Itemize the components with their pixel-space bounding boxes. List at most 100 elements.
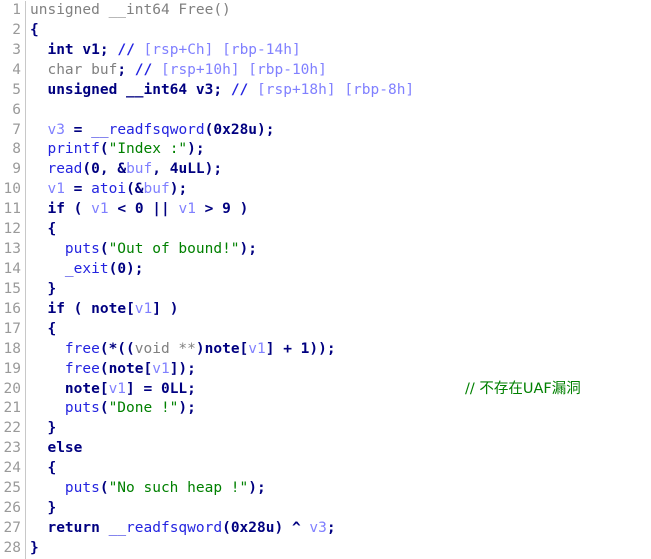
code-line-content[interactable]: v1 = atoi(&buf);	[26, 180, 651, 200]
token-lvar: buf	[126, 161, 153, 178]
code-line[interactable]: 12 {	[0, 220, 651, 241]
token-gvar: note	[91, 300, 127, 317]
code-line-content[interactable]: free(*((void **)note[v1] + 1));	[26, 340, 651, 360]
code-line-content[interactable]: read(0, &buf, 4uLL);	[26, 160, 651, 180]
code-line-content[interactable]: }	[26, 419, 651, 439]
code-line[interactable]: 4 char buf; // [rsp+10h] [rbp-10h]	[0, 60, 651, 81]
token-punct: }	[47, 280, 57, 297]
code-line-content[interactable]: if ( note[v1] )	[26, 300, 651, 320]
code-line-content[interactable]: {	[26, 21, 651, 41]
line-number: 21	[0, 399, 26, 420]
code-line[interactable]: 10 v1 = atoi(&buf);	[0, 180, 651, 201]
code-line-content[interactable]: puts("Out of bound!");	[26, 240, 651, 260]
code-line[interactable]: 24 {	[0, 459, 651, 480]
code-line[interactable]: 9 read(0, &buf, 4uLL);	[0, 160, 651, 181]
token-punct: ||	[143, 201, 179, 218]
code-line[interactable]: 15 }	[0, 279, 651, 300]
line-number: 26	[0, 499, 26, 519]
token-punct: {	[47, 221, 57, 238]
line-number: 15	[0, 279, 26, 300]
code-line[interactable]: 6	[0, 100, 651, 121]
token-punct: {	[47, 460, 57, 477]
token-gvar: v1	[82, 41, 100, 58]
code-line[interactable]: 17 {	[0, 319, 651, 340]
inline-comment: // 不存在UAF漏洞	[465, 380, 581, 397]
line-number: 28	[0, 538, 26, 559]
line-number: 24	[0, 459, 26, 480]
code-line[interactable]: 21 puts("Done !");	[0, 399, 651, 420]
code-line-content[interactable]: puts("No such heap !");	[26, 479, 651, 499]
token-num: 0LL	[160, 380, 188, 397]
token-lvar: v3	[309, 519, 327, 536]
token-str: "Done !"	[108, 400, 179, 417]
code-line-content[interactable]: {	[26, 220, 651, 240]
code-line-content[interactable]: _exit(0);	[26, 260, 651, 280]
token-str: "Out of bound!"	[108, 241, 240, 258]
code-line-content[interactable]: puts("Done !");	[26, 399, 651, 419]
code-line[interactable]: 18 free(*((void **)note[v1] + 1));	[0, 339, 651, 360]
code-line-content[interactable]: }	[26, 539, 651, 559]
code-line[interactable]: 1 unsigned __int64 Free()	[0, 1, 651, 21]
code-line[interactable]: 14 _exit(0);	[0, 259, 651, 280]
code-line[interactable]: 19 free(note[v1]);	[0, 359, 651, 380]
code-line[interactable]: 23 else	[0, 439, 651, 460]
token-punct: ,	[152, 161, 170, 178]
code-line-content[interactable]: printf("Index :");	[26, 140, 651, 160]
code-line-content[interactable]: return __readfsqword(0x28u) ^ v3;	[26, 519, 651, 539]
code-line[interactable]: 20 note[v1] = 0LL; // 不存在UAF漏洞	[0, 379, 651, 400]
code-line-content[interactable]: int v1; // [rsp+Ch] [rbp-14h]	[26, 41, 651, 61]
pseudocode-view[interactable]: 1 unsigned __int64 Free() 2{3 int v1; // […	[0, 0, 651, 559]
line-number: 23	[0, 439, 26, 460]
code-line[interactable]: 7 v3 = __readfsqword(0x28u);	[0, 120, 651, 141]
token-punct: <	[108, 201, 135, 218]
code-line[interactable]: 3 int v1; // [rsp+Ch] [rbp-14h]	[0, 40, 651, 61]
token-kwgray: buf	[91, 61, 118, 78]
token-gvar: note	[108, 360, 144, 377]
code-line-content[interactable]: }	[26, 499, 651, 519]
token-punct: (	[64, 201, 92, 218]
code-line[interactable]: 5 unsigned __int64 v3; // [rsp+18h] [rbp…	[0, 80, 651, 101]
token-kwgray	[82, 62, 91, 78]
code-line-content[interactable]: else	[26, 439, 651, 459]
token-punct: ] =	[126, 380, 161, 397]
line-number: 7	[0, 120, 26, 141]
token-kw: else	[47, 440, 83, 457]
code-line-content[interactable]: unsigned __int64 v3; // [rsp+18h] [rbp-8…	[26, 81, 651, 101]
code-line[interactable]: 22 }	[0, 419, 651, 440]
code-line-content[interactable]: }	[26, 280, 651, 300]
code-line[interactable]: 26 }	[0, 499, 651, 519]
line-number: 3	[0, 40, 26, 61]
token-kwgray: char	[47, 61, 83, 78]
code-line[interactable]: 2{	[0, 20, 651, 41]
code-line-content[interactable]: if ( v1 < 0 || v1 > 9 )	[26, 200, 651, 220]
code-line[interactable]: 11 if ( v1 < 0 || v1 > 9 )	[0, 200, 651, 221]
code-line-content[interactable]: {	[26, 459, 651, 479]
code-line[interactable]: 27 return __readfsqword(0x28u) ^ v3;	[0, 518, 651, 539]
token-punct: );	[169, 181, 188, 198]
token-punct: {	[30, 21, 39, 38]
token-num: 0x28u	[230, 519, 275, 536]
code-line-content[interactable]: {	[26, 320, 651, 340]
code-line-content[interactable]: free(note[v1]);	[26, 360, 651, 380]
token-lvar: v1	[248, 340, 266, 357]
token-num: 9	[222, 201, 231, 218]
token-func: __readfsqword	[91, 121, 205, 138]
code-line[interactable]: 28}	[0, 538, 651, 559]
code-line-content[interactable]: char buf; // [rsp+10h] [rbp-10h]	[26, 61, 651, 81]
token-slash: //	[134, 61, 153, 78]
code-line[interactable]: 25 puts("No such heap !");	[0, 479, 651, 500]
token-punct: ;	[213, 81, 223, 98]
token-gvar: note	[64, 380, 100, 397]
code-line[interactable]: 16 if ( note[v1] )	[0, 299, 651, 320]
token-func: free	[64, 360, 100, 377]
code-line-content[interactable]: unsigned __int64 Free()	[26, 1, 651, 21]
token-punct: }	[47, 500, 57, 517]
code-line-content[interactable]: v3 = __readfsqword(0x28u);	[26, 121, 651, 141]
code-line[interactable]: 13 puts("Out of bound!");	[0, 240, 651, 260]
code-line[interactable]: 8 printf("Index :");	[0, 140, 651, 161]
line-number: 19	[0, 359, 26, 380]
